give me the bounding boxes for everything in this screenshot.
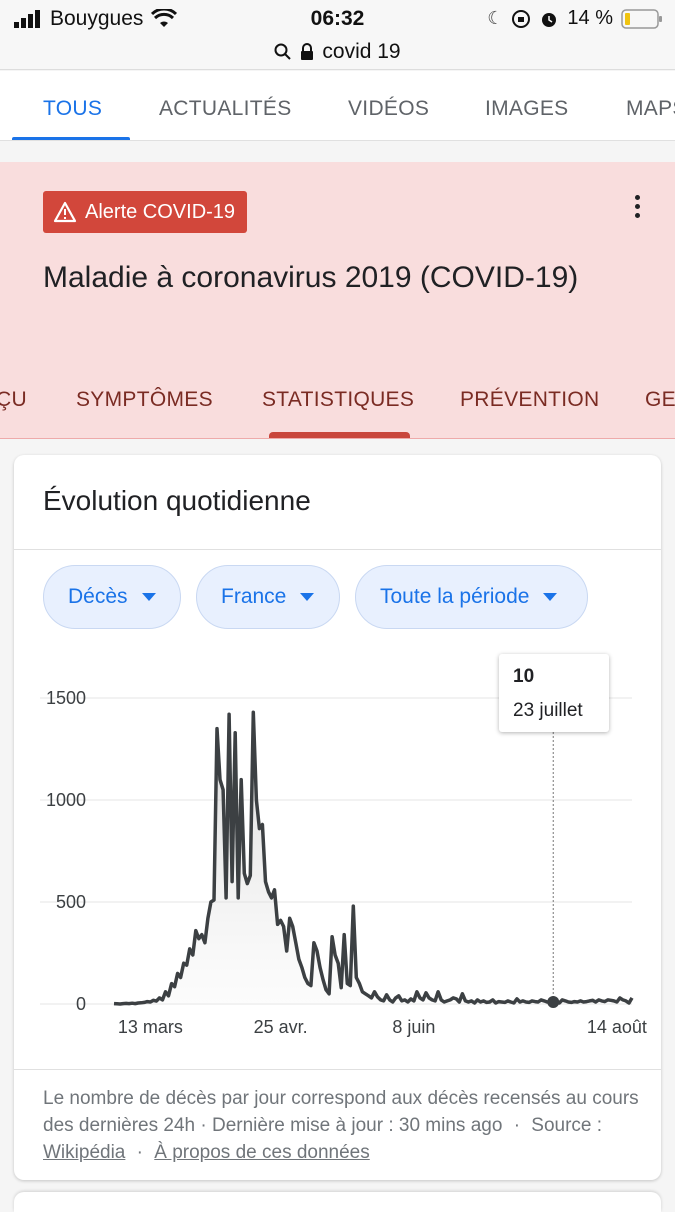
subtab-more[interactable]: GE [645,388,675,412]
alert-title: Maladie à coronavirus 2019 (COVID-19) [43,261,579,294]
y-tick-label: 500 [56,892,86,912]
battery-icon [621,8,662,29]
url-bar[interactable]: covid 19 [0,34,675,70]
x-tick-label: 14 août [587,1017,647,1037]
chart-tooltip: 10 23 juillet [499,654,609,732]
tab-images[interactable]: IMAGES [485,97,568,121]
active-subtab-indicator [269,432,410,438]
y-tick-label: 0 [76,994,86,1014]
warning-icon [53,201,77,223]
daily-evolution-card: Évolution quotidienne Décès France Toute… [14,455,661,1180]
region-dropdown[interactable]: France [196,565,340,629]
source-label: Source : [531,1115,603,1136]
x-axis-labels: 13 mars 25 avr. 8 juin 14 août [118,1017,647,1037]
subtab-statistics[interactable]: STATISTIQUES [262,388,414,412]
tooltip-date: 23 juillet [513,700,583,721]
x-tick-label: 13 mars [118,1017,183,1037]
y-tick-label: 1500 [46,688,86,708]
alert-badge-label: Alerte COVID-19 [85,200,236,223]
highlight-point[interactable] [547,995,560,1008]
tab-all[interactable]: TOUS [43,97,102,121]
metric-dropdown[interactable]: Décès [43,565,181,629]
about-data-link[interactable]: À propos de ces données [154,1142,370,1163]
y-axis-labels: 0 500 1000 1500 [46,688,86,1014]
status-right: ☾ 14 % [487,7,663,30]
moon-icon: ☾ [487,8,504,28]
source-link[interactable]: Wikipédia [43,1142,125,1163]
rotation-lock-icon [512,9,531,28]
subtab-overview[interactable]: ÇU [0,388,27,412]
tooltip-value: 10 [513,666,535,687]
search-icon [274,43,292,60]
period-dropdown-label: Toute la période [380,585,530,608]
card-divider-top [14,549,661,550]
x-tick-label: 25 avr. [254,1017,308,1037]
next-card-edge [14,1192,661,1212]
card-divider-bottom [14,1069,661,1070]
card-footer: Le nombre de décès par jour correspond a… [43,1088,639,1163]
more-options-icon[interactable] [635,195,641,222]
chart-area-fill [114,712,632,1004]
chevron-down-icon [300,593,315,601]
subtab-prevention[interactable]: PRÉVENTION [460,388,600,412]
lock-icon [301,42,314,60]
metric-dropdown-label: Décès [68,585,128,608]
covid-alert-panel: Alerte COVID-19 Maladie à coronavirus 20… [0,162,675,439]
y-tick-label: 1000 [46,790,86,810]
card-title: Évolution quotidienne [43,485,311,516]
chevron-down-icon [141,593,156,601]
battery-percent: 14 % [567,7,613,29]
subtab-symptoms[interactable]: SYMPTÔMES [76,388,213,412]
alert-badge[interactable]: Alerte COVID-19 [43,191,248,233]
period-dropdown[interactable]: Toute la période [355,565,588,629]
tab-videos[interactable]: VIDÉOS [348,97,429,121]
url-text: covid 19 [322,39,401,63]
region-dropdown-label: France [221,585,287,608]
tab-news[interactable]: ACTUALITÉS [159,97,292,121]
tab-maps[interactable]: MAPS [626,97,675,121]
x-tick-label: 8 juin [392,1017,435,1037]
active-tab-indicator [12,137,130,140]
alarm-icon [542,12,557,27]
chevron-down-icon [543,593,558,601]
search-tabs: TOUS ACTUALITÉS VIDÉOS IMAGES MAPS [0,71,675,141]
